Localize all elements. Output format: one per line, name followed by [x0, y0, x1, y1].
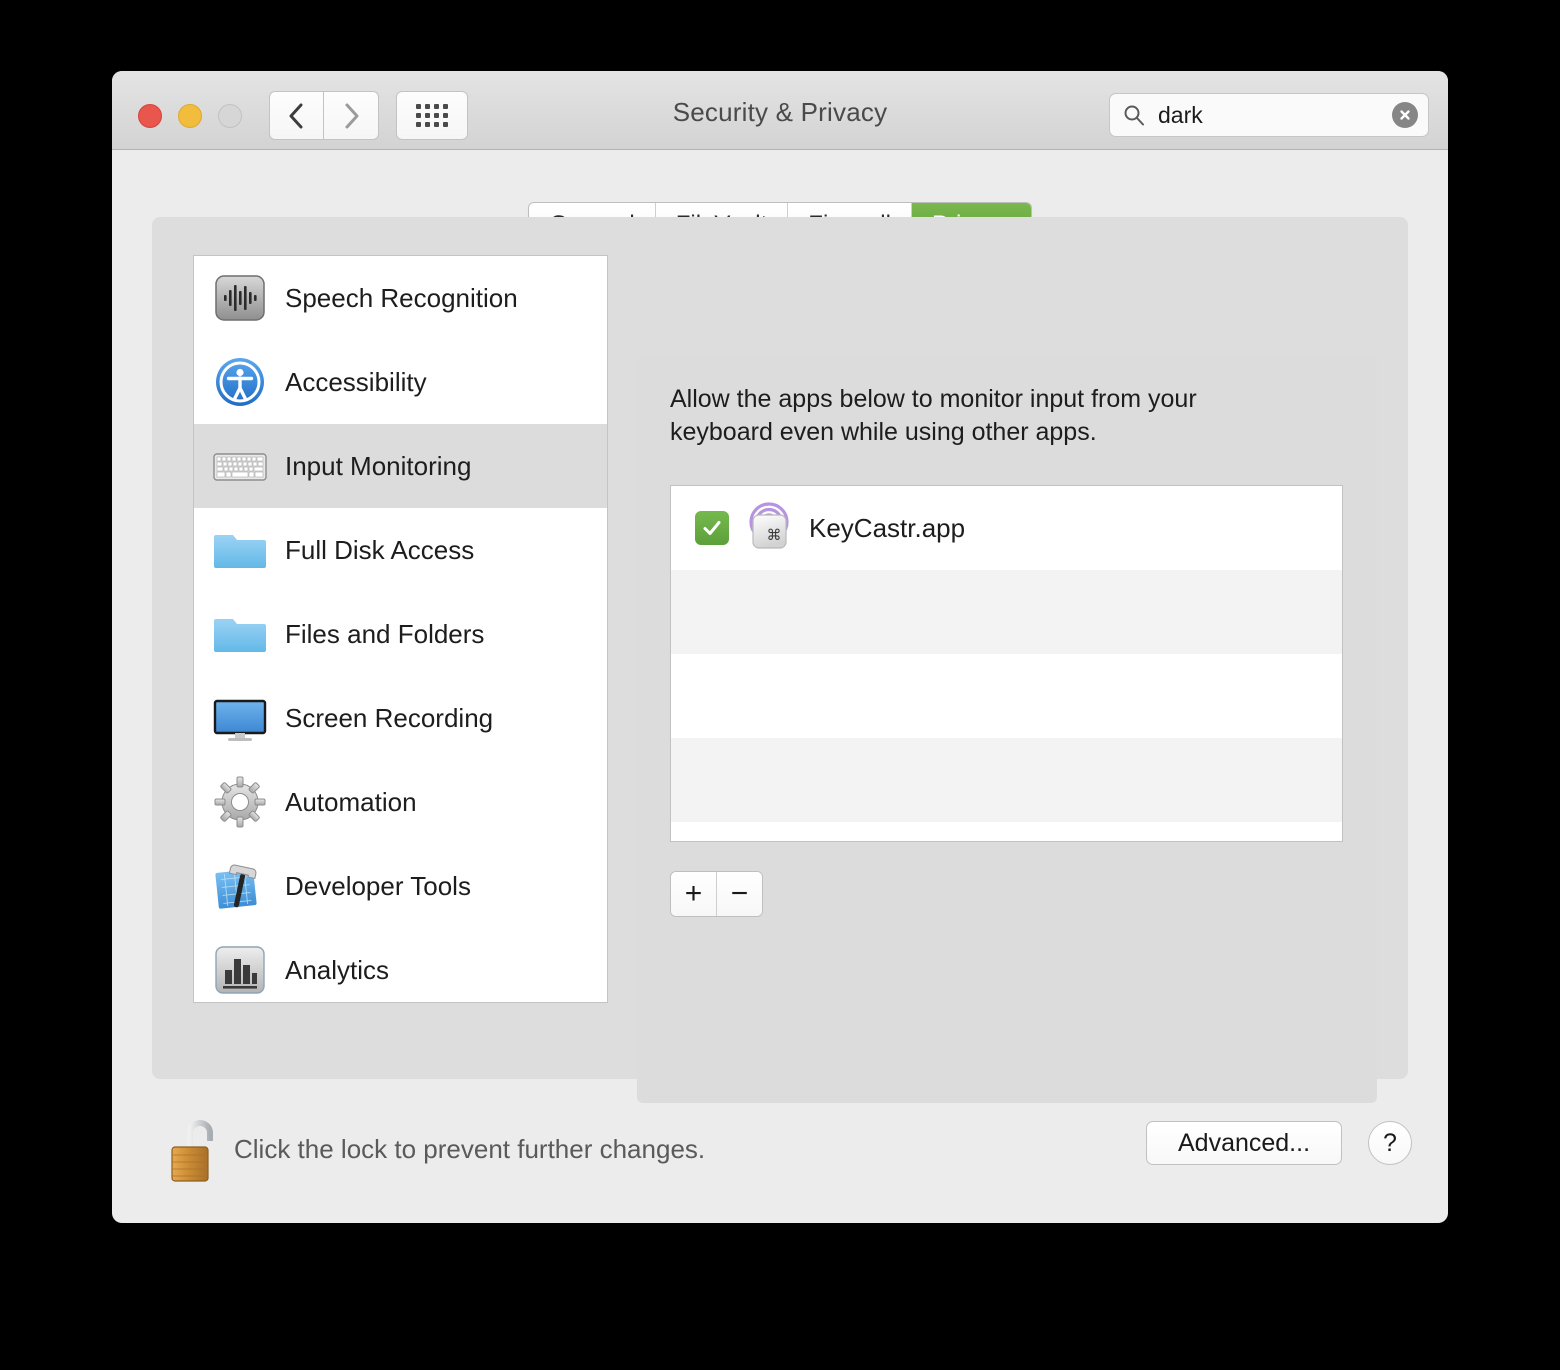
unlocked-padlock-icon[interactable] [168, 1117, 228, 1185]
list-edit-buttons: + − [670, 871, 763, 917]
search-input[interactable]: dark [1158, 102, 1392, 129]
sidebar-item-analytics[interactable]: Analytics [194, 928, 607, 1002]
panel-description: Allow the apps below to monitor input fr… [670, 385, 1197, 446]
svg-text:⌘: ⌘ [767, 526, 782, 544]
close-icon [1400, 110, 1410, 120]
app-checkbox[interactable] [695, 511, 729, 545]
sidebar-item-label: Accessibility [285, 366, 427, 397]
sidebar-item-label: Analytics [285, 954, 390, 985]
keyboard-icon [212, 438, 268, 494]
table-row[interactable]: ⌘ KeyCastr.app [671, 486, 1342, 570]
search-icon [1124, 105, 1144, 126]
sidebar-item-label: Full Disk Access [285, 534, 475, 565]
sidebar-item-automation[interactable]: Automation [194, 760, 607, 844]
sidebar-item-label: Speech Recognition [285, 282, 518, 313]
gear-icon [212, 774, 268, 830]
sidebar-item-label: Screen Recording [285, 702, 494, 733]
waveform-icon [212, 270, 268, 326]
sidebar-item-label: Files and Folders [285, 618, 485, 649]
bar-chart-icon [212, 942, 268, 998]
checkmark-icon [703, 521, 721, 535]
sidebar-item-screen-recording[interactable]: Screen Recording [194, 676, 607, 760]
sidebar-item-label: Developer Tools [285, 870, 471, 901]
sidebar-item-full-disk-access[interactable]: Full Disk Access [194, 508, 607, 592]
screen: Security & Privacy dark General [0, 0, 1560, 1370]
add-app-button[interactable]: + [671, 872, 716, 916]
advanced-button[interactable]: Advanced... [1146, 1121, 1342, 1165]
remove-app-button[interactable]: − [716, 872, 762, 916]
table-row-empty [671, 738, 1342, 822]
app-name-label: KeyCastr.app [809, 512, 966, 543]
privacy-category-list[interactable]: Speech Recognition Accessibility Input M… [193, 255, 608, 1003]
sidebar-item-input-monitoring[interactable]: Input Monitoring [194, 424, 607, 508]
display-icon [212, 690, 268, 746]
window-titlebar: Security & Privacy dark [112, 71, 1448, 150]
sidebar-item-speech-recognition[interactable]: Speech Recognition [194, 256, 607, 340]
sidebar-item-developer-tools[interactable]: Developer Tools [194, 844, 607, 928]
lock-status-label: Click the lock to prevent further change… [234, 1134, 706, 1164]
help-button[interactable]: ? [1368, 1121, 1412, 1165]
system-preferences-window: Security & Privacy dark General [112, 71, 1448, 1223]
input-monitoring-panel: Allow the apps below to monitor input fr… [637, 355, 1377, 1103]
hammer-blueprint-icon [212, 858, 268, 914]
table-row-empty [671, 822, 1342, 841]
keycastr-icon: ⌘ [743, 502, 795, 554]
folder-icon [212, 522, 268, 578]
search-field[interactable]: dark [1109, 93, 1429, 137]
clear-search-icon[interactable] [1392, 102, 1418, 128]
sidebar-item-accessibility[interactable]: Accessibility [194, 340, 607, 424]
folder-icon [212, 606, 268, 662]
privacy-content-panel: Speech Recognition Accessibility Input M… [152, 217, 1408, 1103]
allowed-apps-list[interactable]: ⌘ KeyCastr.app [670, 485, 1343, 842]
sidebar-item-label: Input Monitoring [285, 450, 472, 481]
table-row-empty [671, 570, 1342, 654]
table-row-empty [671, 654, 1342, 738]
sidebar-item-files-and-folders[interactable]: Files and Folders [194, 592, 607, 676]
accessibility-icon [212, 354, 268, 410]
sidebar-item-label: Automation [285, 786, 417, 817]
